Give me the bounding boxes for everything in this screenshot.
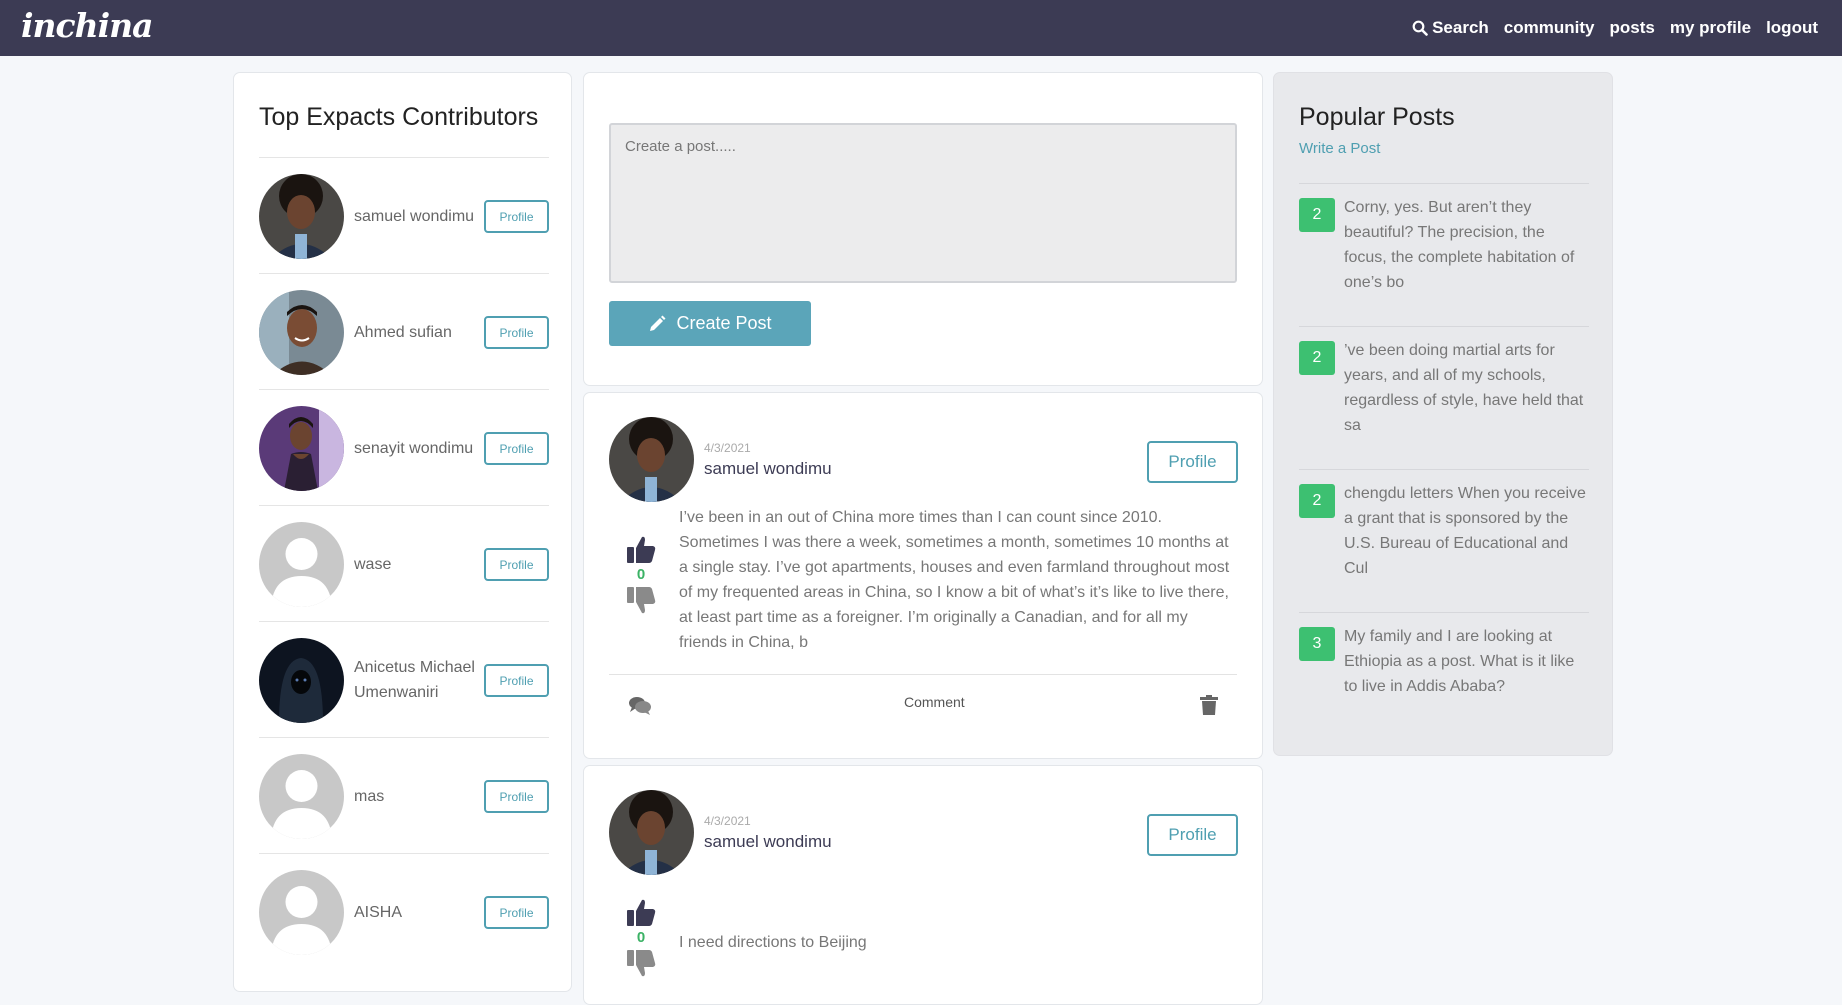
- top-contributors-panel: Top Expacts Contributors samuel wondimu …: [233, 72, 572, 992]
- contributor-item: senayit wondimu Profile: [259, 389, 549, 505]
- popular-text: Corny, yes. But aren’t they beautiful? T…: [1344, 199, 1575, 291]
- divider: [609, 674, 1237, 675]
- create-post-input[interactable]: Create a post.....: [609, 123, 1237, 283]
- vote-count: 0: [636, 566, 646, 583]
- nav-links: Search community posts my profile logout: [1412, 0, 1818, 56]
- thumbs-up-icon[interactable]: [625, 533, 657, 565]
- contributor-name: Anicetus Michael Umenwaniri: [354, 659, 475, 701]
- pencil-icon: [650, 315, 666, 331]
- popular-text: ’ve been doing martial arts for years, a…: [1344, 342, 1584, 434]
- vote-control: 0: [624, 896, 658, 980]
- create-post-panel: Create a post..... Create Post: [583, 72, 1263, 386]
- trash-icon[interactable]: [1200, 695, 1218, 715]
- profile-button[interactable]: Profile: [484, 200, 549, 233]
- create-post-button[interactable]: Create Post: [609, 301, 811, 346]
- create-post-label: Create Post: [676, 313, 772, 333]
- profile-button[interactable]: Profile: [1147, 814, 1238, 856]
- post-date: 4/3/2021: [704, 441, 751, 455]
- avatar[interactable]: [259, 406, 344, 491]
- post-card: 4/3/2021 samuel wondimu Profile 0 I’ve b…: [583, 392, 1263, 759]
- post-card: 4/3/2021 samuel wondimu Profile 0 I need…: [583, 765, 1263, 1005]
- thumbs-down-icon[interactable]: [625, 585, 657, 617]
- top-navbar: inchina Search community posts my profil…: [0, 0, 1842, 56]
- thumbs-up-icon[interactable]: [625, 896, 657, 928]
- avatar[interactable]: [259, 174, 344, 259]
- profile-button[interactable]: Profile: [484, 780, 549, 813]
- avatar[interactable]: [259, 638, 344, 723]
- post-date: 4/3/2021: [704, 814, 751, 828]
- profile-button[interactable]: Profile: [484, 896, 549, 929]
- brand-logo[interactable]: inchina: [21, 6, 154, 45]
- vote-control: 0: [624, 533, 658, 617]
- contributor-name: mas: [354, 787, 385, 805]
- avatar[interactable]: [259, 754, 344, 839]
- profile-button[interactable]: Profile: [484, 664, 549, 697]
- thumbs-down-icon[interactable]: [625, 948, 657, 980]
- nav-link-posts[interactable]: posts: [1609, 18, 1654, 38]
- profile-button[interactable]: Profile: [484, 432, 549, 465]
- author-avatar[interactable]: [609, 417, 694, 502]
- search-icon: [1412, 20, 1428, 36]
- contributors-title: Top Expacts Contributors: [259, 103, 539, 131]
- avatar[interactable]: [259, 290, 344, 375]
- nav-link-logout[interactable]: logout: [1766, 18, 1818, 38]
- popular-list: 2 Corny, yes. But aren’t they beautiful?…: [1299, 183, 1589, 755]
- post-author[interactable]: samuel wondimu: [704, 832, 832, 852]
- nav-search-link[interactable]: Search: [1412, 18, 1489, 38]
- post-author[interactable]: samuel wondimu: [704, 459, 832, 479]
- contributor-name: senayit wondimu: [354, 439, 474, 457]
- contributor-name: wase: [354, 555, 392, 573]
- comments-icon[interactable]: [628, 695, 652, 715]
- contributor-name: samuel wondimu: [354, 207, 475, 225]
- nav-link-my-profile[interactable]: my profile: [1670, 18, 1751, 38]
- popular-item[interactable]: 3 My family and I are looking at Ethiopi…: [1299, 612, 1589, 755]
- profile-button[interactable]: Profile: [484, 316, 549, 349]
- write-post-link[interactable]: Write a Post: [1299, 140, 1380, 157]
- count-badge: 2: [1299, 198, 1335, 232]
- popular-text: My family and I are looking at Ethiopia …: [1344, 628, 1575, 695]
- avatar[interactable]: [259, 870, 344, 955]
- vote-count: 0: [636, 929, 646, 946]
- popular-title: Popular Posts: [1299, 103, 1455, 131]
- contributor-item: Anicetus Michael Umenwaniri Profile: [259, 621, 549, 737]
- contributor-item: mas Profile: [259, 737, 549, 853]
- count-badge: 2: [1299, 341, 1335, 375]
- post-body: I’ve been in an out of China more times …: [679, 509, 1230, 651]
- count-badge: 3: [1299, 627, 1335, 661]
- comment-button[interactable]: Comment: [904, 694, 965, 710]
- contributor-item: AISHA Profile: [259, 853, 549, 969]
- author-avatar[interactable]: [609, 790, 694, 875]
- contributor-name: Ahmed sufian: [354, 323, 452, 341]
- popular-item[interactable]: 2 Corny, yes. But aren’t they beautiful?…: [1299, 183, 1589, 326]
- popular-item[interactable]: 2 chengdu letters When you receive a gra…: [1299, 469, 1589, 612]
- popular-posts-panel: Popular Posts Write a Post 2 Corny, yes.…: [1273, 72, 1613, 756]
- nav-link-community[interactable]: community: [1504, 18, 1595, 38]
- contributor-item: samuel wondimu Profile: [259, 157, 549, 273]
- avatar[interactable]: [259, 522, 344, 607]
- post-body: I need directions to Beijing: [679, 934, 867, 951]
- popular-item[interactable]: 2 ’ve been doing martial arts for years,…: [1299, 326, 1589, 469]
- profile-button[interactable]: Profile: [1147, 441, 1238, 483]
- popular-text: chengdu letters When you receive a grant…: [1344, 485, 1586, 577]
- contributors-list: samuel wondimu Profile Ahmed sufian Prof…: [259, 157, 549, 969]
- contributor-item: wase Profile: [259, 505, 549, 621]
- contributor-name: AISHA: [354, 903, 403, 921]
- count-badge: 2: [1299, 484, 1335, 518]
- nav-search-label: Search: [1432, 18, 1489, 37]
- contributor-item: Ahmed sufian Profile: [259, 273, 549, 389]
- profile-button[interactable]: Profile: [484, 548, 549, 581]
